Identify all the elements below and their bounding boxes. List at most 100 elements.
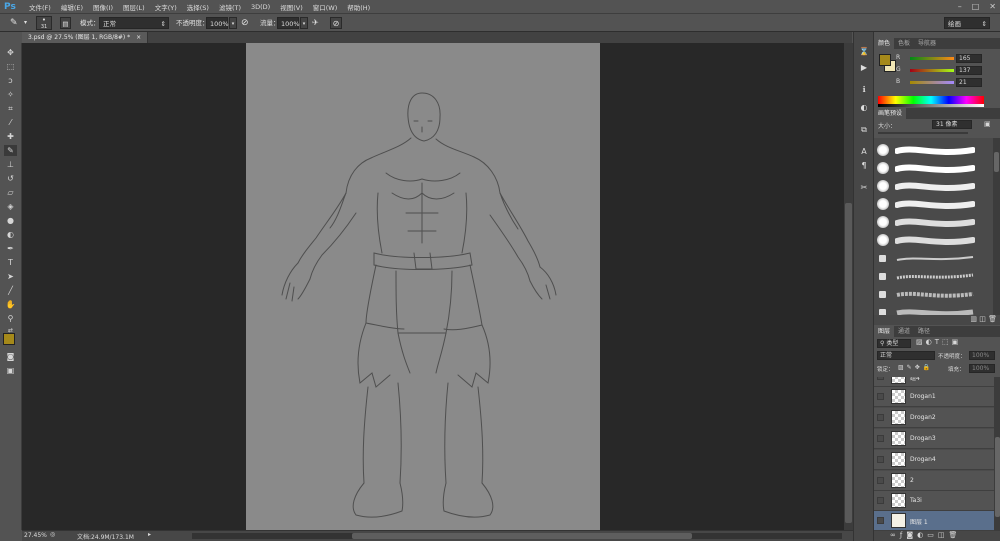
document-tab[interactable]: 3.psd @ 27.5% (图层 1, RGB/8#) * ×	[22, 32, 149, 43]
layer-row[interactable]: 组4	[874, 377, 994, 387]
crop-tool-icon[interactable]: ⌗	[4, 103, 17, 114]
pen-tool-icon[interactable]: ✒	[4, 243, 17, 254]
tab-swatches[interactable]: 色板	[894, 38, 914, 49]
workspace-select[interactable]: 绘画 ⇕	[944, 17, 990, 29]
status-info-icon[interactable]: ◎	[50, 531, 55, 538]
brush-preset-item[interactable]	[877, 178, 987, 194]
dodge-tool-icon[interactable]: ◐	[4, 229, 17, 240]
menu-window[interactable]: 窗口(W)	[308, 2, 343, 12]
layer-visibility-toggle[interactable]	[877, 393, 884, 400]
layer-visibility-toggle[interactable]	[877, 377, 884, 380]
history-brush-tool-icon[interactable]: ↺	[4, 173, 17, 184]
lock-position-icon[interactable]: ✥	[915, 364, 923, 371]
delete-layer-icon[interactable]: 🗑	[948, 531, 961, 539]
eraser-tool-icon[interactable]: ▱	[4, 187, 17, 198]
close-icon[interactable]: ✕	[989, 2, 996, 11]
brush-size-slider[interactable]	[878, 132, 968, 134]
clone-stamp-tool-icon[interactable]: ⊥	[4, 159, 17, 170]
link-layers-icon[interactable]: ∞	[890, 531, 900, 539]
filter-adjust-icon[interactable]: ◐	[926, 338, 935, 346]
history-panel-icon[interactable]: ⌛	[858, 46, 870, 57]
menu-help[interactable]: 帮助(H)	[342, 2, 375, 12]
vertical-scrollbar-thumb[interactable]	[845, 203, 852, 523]
layer-row[interactable]: Drogan1	[874, 387, 994, 407]
mode-select[interactable]: 正常 ⇕	[99, 17, 169, 29]
quick-select-tool-icon[interactable]: ✧	[4, 89, 17, 100]
hand-tool-icon[interactable]: ✋	[4, 299, 17, 310]
grayscale-ramp[interactable]	[878, 104, 984, 107]
brush-list-scrollbar[interactable]	[993, 138, 1000, 324]
brush-tool-icon[interactable]: ✎	[10, 17, 18, 29]
tab-brush-presets[interactable]: 画笔预设	[874, 108, 907, 119]
toggle-brush-panel-icon[interactable]: ▥	[970, 315, 977, 323]
zoom-level[interactable]: 27.45%	[24, 532, 47, 539]
layer-row[interactable]: Drogan2	[874, 408, 994, 428]
close-tab-icon[interactable]: ×	[136, 34, 141, 41]
brush-size-input[interactable]: 31 像素	[932, 120, 972, 129]
adjustments-panel-icon[interactable]: ◐	[858, 102, 870, 113]
layer-opacity-input[interactable]: 100%	[969, 351, 995, 360]
brush-preset-picker[interactable]: • 31	[36, 16, 52, 30]
layer-visibility-toggle[interactable]	[877, 477, 884, 484]
marquee-tool-icon[interactable]: ⬚	[4, 61, 17, 72]
quick-mask-icon[interactable]: ◙	[4, 351, 17, 362]
delete-brush-icon[interactable]: 🗑	[988, 315, 997, 323]
tool-presets-panel-icon[interactable]: ✂	[858, 182, 870, 193]
airbrush-icon[interactable]: ✈	[312, 17, 319, 29]
brush-preset-item[interactable]	[877, 196, 987, 212]
blue-slider[interactable]	[910, 81, 954, 84]
menu-select[interactable]: 选择(S)	[182, 2, 214, 12]
brush-preset-item[interactable]	[877, 160, 987, 176]
tab-paths[interactable]: 路径	[914, 326, 934, 337]
lock-pixels-icon[interactable]: ✎	[907, 364, 915, 371]
brush-preset-item[interactable]	[877, 142, 987, 158]
lock-transparency-icon[interactable]: ▨	[898, 364, 907, 371]
paragraph-panel-icon[interactable]: ¶	[858, 160, 870, 171]
filter-pixel-icon[interactable]: ▨	[916, 338, 926, 346]
panel-foreground-swatch[interactable]	[879, 54, 891, 66]
menu-image[interactable]: 图像(I)	[88, 2, 118, 12]
opacity-input[interactable]: 100%	[206, 17, 229, 29]
brush-panel-toggle-icon[interactable]: ▤	[60, 17, 71, 29]
layer-comps-panel-icon[interactable]: ⧉	[858, 124, 870, 135]
color-spectrum-ramp[interactable]	[878, 96, 984, 104]
layer-visibility-toggle[interactable]	[877, 456, 884, 463]
brush-preset-item[interactable]	[877, 214, 987, 230]
paint-bucket-tool-icon[interactable]: ◈	[4, 201, 17, 212]
horizontal-scrollbar[interactable]	[192, 533, 842, 539]
layer-row[interactable]: Drogan3	[874, 429, 994, 449]
blue-value-input[interactable]: 21	[956, 78, 982, 87]
layer-row[interactable]: Ta3i	[874, 491, 994, 511]
red-value-input[interactable]: 165	[956, 54, 982, 63]
layer-list-scrollbar[interactable]	[994, 377, 1000, 531]
tab-channels[interactable]: 通道	[894, 326, 914, 337]
blend-mode-select[interactable]: 正常	[877, 351, 935, 360]
pressure-opacity-icon[interactable]: ⊘	[241, 17, 249, 29]
filter-smart-icon[interactable]: ▣	[952, 338, 962, 346]
filter-shape-icon[interactable]: ⬚	[942, 338, 952, 346]
minimize-icon[interactable]: –	[958, 2, 962, 11]
character-panel-icon[interactable]: A	[858, 146, 870, 157]
brush-preset-item[interactable]	[877, 232, 987, 248]
menu-filter[interactable]: 滤镜(T)	[214, 2, 246, 12]
green-value-input[interactable]: 137	[956, 66, 982, 75]
new-brush-icon[interactable]: ◫	[979, 315, 986, 323]
menu-view[interactable]: 视图(V)	[275, 2, 308, 12]
flow-dropdown-icon[interactable]: ▾	[300, 17, 308, 29]
type-tool-icon[interactable]: T	[4, 257, 17, 268]
layer-row[interactable]: 2	[874, 471, 994, 491]
status-menu-arrow-icon[interactable]: ▸	[148, 531, 151, 538]
add-mask-icon[interactable]: ◙	[906, 531, 917, 539]
layer-visibility-toggle[interactable]	[877, 497, 884, 504]
pressure-size-icon[interactable]: ⊘	[330, 17, 342, 29]
horizontal-scrollbar-thumb[interactable]	[352, 533, 692, 539]
chevron-down-icon[interactable]: ▾	[24, 17, 27, 29]
document-workspace[interactable]	[22, 43, 844, 530]
layer-visibility-toggle[interactable]	[877, 517, 884, 524]
brush-tool-icon[interactable]: ✎	[4, 145, 17, 156]
menu-layer[interactable]: 图层(L)	[118, 2, 150, 12]
path-select-tool-icon[interactable]: ➤	[4, 271, 17, 282]
vertical-scrollbar[interactable]	[844, 43, 853, 530]
menu-3d[interactable]: 3D(D)	[246, 3, 275, 11]
brush-preset-item[interactable]	[877, 286, 987, 302]
